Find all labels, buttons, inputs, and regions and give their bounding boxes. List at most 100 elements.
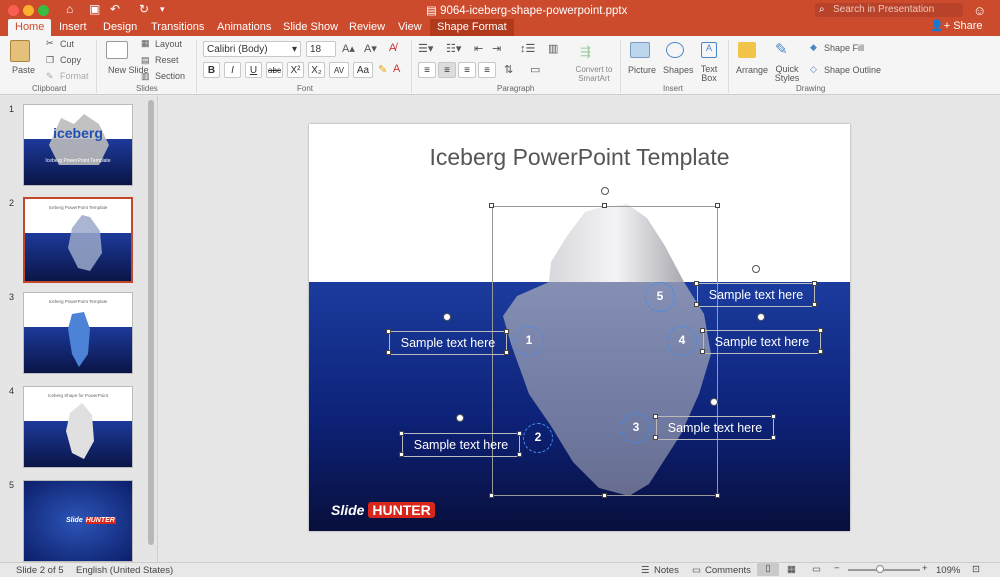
tab-home[interactable]: Home [8, 19, 52, 36]
rotate-handle-icon[interactable] [443, 313, 451, 321]
feedback-smiley-icon[interactable]: ☺ [973, 3, 986, 18]
slide-title[interactable]: Iceberg PowerPoint Template [309, 144, 850, 171]
section-button[interactable]: Section [155, 71, 185, 81]
shape-outline-button[interactable]: Shape Outline [824, 65, 881, 75]
rotate-handle-icon[interactable] [456, 414, 464, 422]
paste-icon[interactable] [10, 40, 30, 62]
resize-handle[interactable] [517, 431, 522, 436]
resize-handle[interactable] [694, 302, 699, 307]
quick-styles-button[interactable]: Quick Styles [774, 65, 800, 83]
undo-icon[interactable]: ↶ [110, 2, 120, 16]
align-left-button[interactable]: ≡ [418, 62, 436, 78]
tab-review[interactable]: Review [342, 19, 392, 36]
text-direction-icon[interactable]: ⇅ [504, 63, 513, 76]
comments-button[interactable]: Comments [705, 565, 751, 576]
scissors-icon[interactable]: ✂ [46, 38, 54, 49]
reset-icon[interactable]: ▤ [141, 55, 150, 66]
section-icon[interactable]: ▥ [141, 71, 150, 82]
tab-shape-format[interactable]: Shape Format [430, 19, 514, 36]
align-center-button[interactable]: ≡ [438, 62, 456, 78]
rotate-handle-icon[interactable] [710, 398, 718, 406]
line-spacing-icon[interactable]: ↕☰ [520, 42, 535, 55]
new-slide-button[interactable]: New Slide [108, 65, 149, 75]
number-circle-1[interactable]: 1 [514, 326, 544, 356]
search-input[interactable]: ⌕ Search in Presentation [815, 3, 963, 17]
resize-handle[interactable] [812, 302, 817, 307]
number-circle-4[interactable]: 4 [667, 326, 697, 356]
zoom-window-button[interactable] [38, 5, 49, 16]
home-icon[interactable]: ⌂ [66, 2, 73, 16]
minimize-window-button[interactable] [23, 5, 34, 16]
resize-handle[interactable] [489, 493, 494, 498]
number-circle-2[interactable]: 2 [523, 423, 553, 453]
close-window-button[interactable] [8, 5, 19, 16]
tab-view[interactable]: View [391, 19, 429, 36]
resize-handle[interactable] [504, 329, 509, 334]
redo-icon[interactable]: ↻ [139, 2, 149, 16]
resize-handle[interactable] [818, 349, 823, 354]
shape-fill-icon[interactable]: ◆ [810, 42, 817, 53]
zoom-level[interactable]: 109% [936, 565, 960, 576]
slide-thumbnail-3[interactable]: Iceberg PowerPoint Template [23, 292, 133, 374]
increase-font-size-icon[interactable]: A▴ [342, 42, 355, 55]
share-button[interactable]: 👤+ Share [930, 19, 983, 32]
sample-text-1[interactable]: Sample text here [389, 331, 507, 355]
zoom-slider[interactable] [848, 569, 920, 571]
picture-button[interactable]: Picture [628, 65, 656, 75]
underline-button[interactable]: U [245, 62, 262, 78]
panel-scrollbar[interactable] [148, 100, 154, 545]
sample-text-3[interactable]: Sample text here [656, 416, 774, 440]
new-slide-icon[interactable] [106, 41, 128, 59]
language-indicator[interactable]: English (United States) [76, 565, 173, 576]
text-box-icon[interactable]: A [701, 42, 717, 58]
paste-button-label[interactable]: Paste [12, 65, 35, 75]
sample-text-2[interactable]: Sample text here [402, 433, 520, 457]
tab-insert[interactable]: Insert [52, 19, 94, 36]
shapes-button[interactable]: Shapes [663, 65, 694, 75]
copy-button[interactable]: Copy [60, 55, 81, 65]
resize-handle[interactable] [812, 281, 817, 286]
bullets-icon[interactable]: ☰▾ [418, 42, 433, 55]
decrease-indent-icon[interactable]: ⇤ [474, 42, 483, 55]
resize-handle[interactable] [715, 203, 720, 208]
resize-handle[interactable] [399, 452, 404, 457]
font-color-icon[interactable]: A [393, 63, 400, 75]
normal-view-button[interactable]: ▯ [757, 563, 779, 576]
quick-styles-icon[interactable]: ✎ [775, 40, 788, 58]
justify-button[interactable]: ≡ [478, 62, 496, 78]
layout-icon[interactable]: ▦ [141, 38, 150, 49]
tab-transitions[interactable]: Transitions [144, 19, 211, 36]
bold-button[interactable]: B [203, 62, 220, 78]
tab-animations[interactable]: Animations [210, 19, 278, 36]
sample-text-5[interactable]: Sample text here [697, 283, 815, 307]
arrange-button[interactable]: Arrange [736, 65, 768, 75]
copy-icon[interactable]: ❐ [46, 55, 54, 66]
layout-button[interactable]: Layout [155, 39, 182, 49]
slide-thumbnail-5[interactable]: Slide HUNTER [23, 480, 133, 562]
resize-handle[interactable] [399, 431, 404, 436]
slide-2[interactable]: Iceberg PowerPoint Template Sample text … [309, 124, 850, 531]
comments-icon[interactable]: ▭ [692, 565, 701, 576]
arrange-icon[interactable] [738, 42, 756, 58]
resize-handle[interactable] [517, 452, 522, 457]
italic-button[interactable]: I [224, 62, 241, 78]
font-size-select[interactable]: 18 [306, 41, 336, 57]
resize-handle[interactable] [386, 350, 391, 355]
smartart-icon[interactable]: ⇶ [580, 44, 591, 60]
decrease-font-size-icon[interactable]: A▾ [364, 42, 377, 55]
resize-handle[interactable] [700, 349, 705, 354]
convert-to-smartart-button[interactable]: Convert to SmartArt [573, 65, 615, 83]
align-right-button[interactable]: ≡ [458, 62, 476, 78]
resize-handle[interactable] [771, 414, 776, 419]
numbering-icon[interactable]: ☷▾ [446, 42, 461, 55]
zoom-in-button[interactable]: + [922, 563, 928, 574]
number-circle-5[interactable]: 5 [645, 282, 675, 312]
font-name-select[interactable]: Calibri (Body) ▾ [203, 41, 301, 57]
character-spacing-button[interactable]: AV [329, 62, 349, 78]
resize-handle[interactable] [386, 329, 391, 334]
highlight-icon[interactable]: ✎ [378, 63, 387, 76]
resize-handle[interactable] [818, 328, 823, 333]
columns-icon[interactable]: ▥ [548, 42, 558, 55]
slide-thumbnail-2[interactable]: Iceberg PowerPoint Template [23, 197, 133, 283]
resize-handle[interactable] [700, 328, 705, 333]
